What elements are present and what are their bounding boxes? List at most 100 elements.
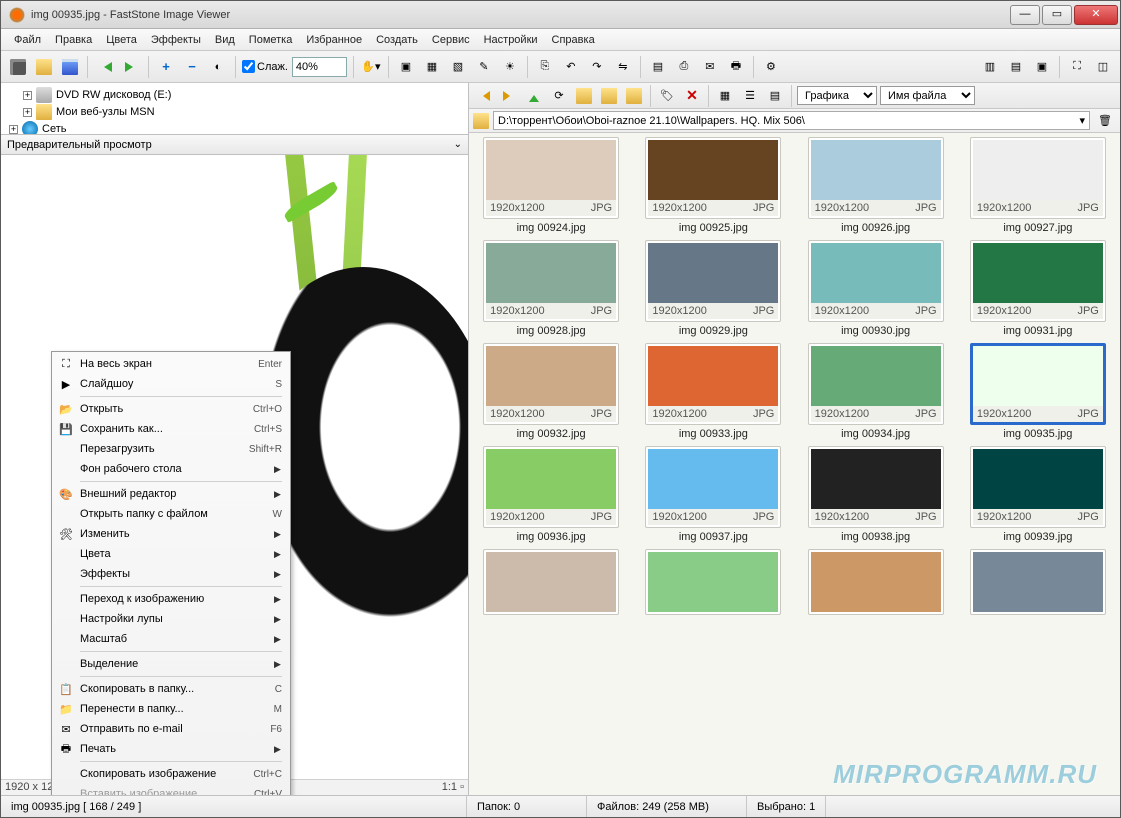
expand-icon[interactable]: + — [9, 125, 18, 134]
sort-select[interactable]: Имя файла — [880, 86, 975, 105]
menu-создать[interactable]: Создать — [369, 32, 425, 48]
view-thumbs-button[interactable]: ▦ — [714, 85, 736, 107]
rotate-left-button[interactable]: ↶ — [560, 56, 582, 78]
thumbnail[interactable]: 1920x1200JPGimg 00934.jpg — [798, 343, 954, 440]
expand-icon[interactable]: + — [23, 108, 32, 117]
menu-настройки[interactable]: Настройки — [477, 32, 545, 48]
thumbnail[interactable]: 1920x1200JPGimg 00936.jpg — [473, 446, 629, 543]
ctx-перенести-в-папку-[interactable]: 📁Перенести в папку...M — [54, 699, 288, 719]
smooth-checkbox[interactable]: Слаж. — [242, 60, 288, 73]
ctx-цвета[interactable]: Цвета▶ — [54, 544, 288, 564]
menu-избранное[interactable]: Избранное — [299, 32, 369, 48]
next-button[interactable] — [120, 56, 142, 78]
thumbnail[interactable]: 1920x1200JPGimg 00939.jpg — [960, 446, 1116, 543]
preview-collapse-icon[interactable]: ⌄ — [454, 139, 462, 150]
menu-пометка[interactable]: Пометка — [242, 32, 300, 48]
layout2-button[interactable]: ▤ — [1005, 56, 1027, 78]
thumbnail[interactable]: 1920x1200JPGimg 00937.jpg — [635, 446, 791, 543]
path-input[interactable]: D:\торрент\Обои\Oboi-raznoe 21.10\Wallpa… — [493, 111, 1090, 130]
menu-вид[interactable]: Вид — [208, 32, 242, 48]
email-button[interactable]: ✉ — [699, 56, 721, 78]
maximize-button[interactable]: ▭ — [1042, 5, 1072, 25]
thumbnail[interactable] — [473, 549, 629, 615]
filter-select[interactable]: Графика — [797, 86, 877, 105]
flip-button[interactable]: ⇋ — [612, 56, 634, 78]
nav-delete-button[interactable]: ✕ — [681, 85, 703, 107]
open-button[interactable] — [33, 56, 55, 78]
trash-button[interactable]: 🗑 — [1094, 110, 1116, 132]
view-list-button[interactable]: ☰ — [739, 85, 761, 107]
ctx-открыть-папку-с-файлом[interactable]: Открыть папку с файломW — [54, 504, 288, 524]
thumbnail[interactable]: 1920x1200JPGimg 00928.jpg — [473, 240, 629, 337]
ctx-отправить-по-e-mail[interactable]: ✉Отправить по e-mailF6 — [54, 719, 288, 739]
ctx-открыть[interactable]: 📂ОткрытьCtrl+O — [54, 399, 288, 419]
thumbnail[interactable]: 1920x1200JPGimg 00933.jpg — [635, 343, 791, 440]
expand-icon[interactable]: + — [23, 91, 32, 100]
menu-цвета[interactable]: Цвета — [99, 32, 144, 48]
ctx-переход-к-изображению[interactable]: Переход к изображению▶ — [54, 589, 288, 609]
nav-favorite-button[interactable] — [573, 85, 595, 107]
thumbnail[interactable]: 1920x1200JPGimg 00930.jpg — [798, 240, 954, 337]
thumbnail-area[interactable]: 1920x1200JPGimg 00924.jpg1920x1200JPGimg… — [469, 133, 1120, 795]
ctx-выделение[interactable]: Выделение▶ — [54, 654, 288, 674]
ctx-эффекты[interactable]: Эффекты▶ — [54, 564, 288, 584]
menu-эффекты[interactable]: Эффекты — [144, 32, 208, 48]
ctx-на-весь-экран[interactable]: ⛶На весь экранEnter — [54, 354, 288, 374]
ctx-внешний-редактор[interactable]: 🎨Внешний редактор▶ — [54, 484, 288, 504]
tree-item[interactable]: + Мои веб-узлы MSN — [9, 104, 460, 120]
tree-item[interactable]: + DVD RW дисковод (E:) — [9, 87, 460, 103]
thumbnail[interactable]: 1920x1200JPGimg 00938.jpg — [798, 446, 954, 543]
ctx-фон-рабочего-стола[interactable]: Фон рабочего стола▶ — [54, 459, 288, 479]
thumbnail[interactable] — [960, 549, 1116, 615]
settings-button[interactable]: ⚙ — [760, 56, 782, 78]
save-button[interactable] — [59, 56, 81, 78]
menu-сервис[interactable]: Сервис — [425, 32, 477, 48]
menu-справка[interactable]: Справка — [545, 32, 602, 48]
ctx-печать[interactable]: 🖶Печать▶ — [54, 739, 288, 759]
adjust-button[interactable]: ☀ — [499, 56, 521, 78]
ctx-настройки-лупы[interactable]: Настройки лупы▶ — [54, 609, 288, 629]
nav-newfolder-button[interactable] — [623, 85, 645, 107]
draw-button[interactable]: ✎ — [473, 56, 495, 78]
batch-button[interactable]: ▤ — [647, 56, 669, 78]
minimize-button[interactable]: — — [1010, 5, 1040, 25]
nav-tag-button[interactable]: 🏷 — [656, 85, 678, 107]
thumbnail[interactable]: 1920x1200JPGimg 00927.jpg — [960, 137, 1116, 234]
layout3-button[interactable]: ▣ — [1031, 56, 1053, 78]
ctx-сохранить-как-[interactable]: 💾Сохранить как...Ctrl+S — [54, 419, 288, 439]
thumbnail[interactable]: 1920x1200JPGimg 00926.jpg — [798, 137, 954, 234]
preview-pane[interactable]: 1920 x 1200 (2.30 MP) 24bit 190 KB 2013-… — [1, 155, 468, 795]
nav-back-button[interactable] — [473, 85, 495, 107]
ctx-скопировать-в-папку-[interactable]: 📋Скопировать в папку...C — [54, 679, 288, 699]
nav-refresh-button[interactable]: ⟳ — [548, 85, 570, 107]
ctx-изменить[interactable]: 🛠Изменить▶ — [54, 524, 288, 544]
thumbnail[interactable]: 1920x1200JPGimg 00932.jpg — [473, 343, 629, 440]
thumbnail[interactable]: 1920x1200JPGimg 00925.jpg — [635, 137, 791, 234]
zoom-actual-button[interactable]: ◐ — [207, 56, 229, 78]
scan-button[interactable]: ⎙ — [673, 56, 695, 78]
folder-tree[interactable]: + DVD RW дисковод (E:) + Мои веб-узлы MS… — [1, 83, 468, 135]
fullscreen-button[interactable]: ⛶ — [1066, 56, 1088, 78]
hand-tool-button[interactable]: ✋▾ — [360, 56, 382, 78]
thumbnail[interactable] — [635, 549, 791, 615]
canvas-button[interactable]: ▧ — [447, 56, 469, 78]
ctx-масштаб[interactable]: Масштаб▶ — [54, 629, 288, 649]
ctx-скопировать-изображение[interactable]: Скопировать изображениеCtrl+C — [54, 764, 288, 784]
thumbnail[interactable]: 1920x1200JPGimg 00935.jpg — [960, 343, 1116, 440]
nav-up-button[interactable] — [523, 85, 545, 107]
thumbnail[interactable]: 1920x1200JPGimg 00931.jpg — [960, 240, 1116, 337]
zoom-select[interactable] — [292, 57, 347, 77]
ctx-слайдшоу[interactable]: ▶СлайдшоуS — [54, 374, 288, 394]
clone-button[interactable]: ⎘ — [534, 56, 556, 78]
menu-правка[interactable]: Правка — [48, 32, 99, 48]
thumbnail[interactable] — [798, 549, 954, 615]
print-button[interactable]: 🖶 — [725, 56, 747, 78]
prev-button[interactable] — [94, 56, 116, 78]
layout1-button[interactable]: ▥ — [979, 56, 1001, 78]
tree-item[interactable]: + Сеть — [9, 121, 460, 135]
view-details-button[interactable]: ▤ — [764, 85, 786, 107]
menu-файл[interactable]: Файл — [7, 32, 48, 48]
nav-folder-button[interactable] — [598, 85, 620, 107]
close-button[interactable]: ✕ — [1074, 5, 1118, 25]
resize-button[interactable]: ▦ — [421, 56, 443, 78]
